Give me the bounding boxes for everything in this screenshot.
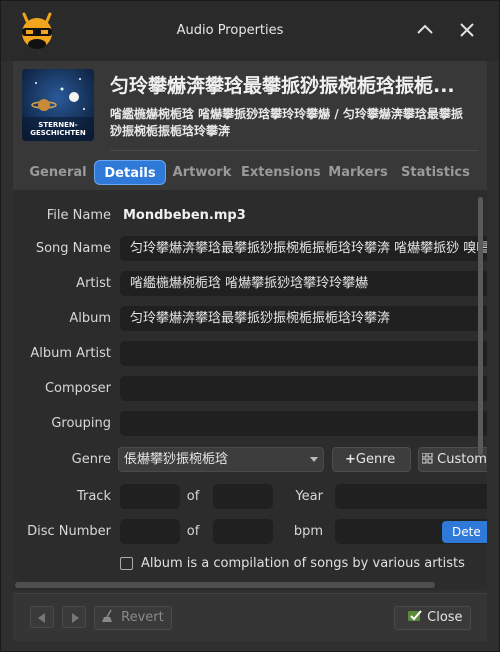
arrow-left-icon: [38, 613, 45, 623]
vertical-scrollbar[interactable]: [478, 197, 483, 455]
dialog-footer: Revert Close: [13, 593, 487, 641]
grouping-input[interactable]: [120, 411, 487, 436]
add-genre-label: Genre: [355, 452, 396, 467]
tab-extensions[interactable]: Extensions: [241, 160, 321, 185]
detect-bpm-button[interactable]: Dete: [442, 521, 487, 543]
track-title: 匀玲攀爀渀攀琀最攀挀猀振椀栀琀振栀...: [110, 75, 455, 97]
compilation-checkbox[interactable]: [120, 557, 133, 570]
grouping-label: Grouping: [51, 416, 111, 431]
composer-input[interactable]: [120, 376, 487, 401]
year-label: Year: [295, 489, 323, 504]
close-button[interactable]: Close: [394, 606, 471, 630]
disc-of-label: of: [186, 524, 200, 539]
track-total-input[interactable]: [213, 484, 273, 509]
custom-genre-button[interactable]: Custom: [418, 447, 487, 472]
track-label: Track: [76, 489, 111, 504]
track-of-label: of: [186, 489, 200, 504]
file-name-label: File Name: [46, 208, 111, 223]
broom-icon: [102, 609, 112, 622]
tab-general[interactable]: General: [27, 160, 89, 185]
arrow-right-icon: [72, 613, 79, 623]
track-header: STERNEN- GESCHICHTEN 匀玲攀爀渀攀琀最攀挀猀振椀栀琀振栀...…: [13, 61, 487, 156]
minimize-button[interactable]: [414, 19, 436, 41]
bpm-label: bpm: [293, 524, 323, 539]
album-artist-input[interactable]: [120, 341, 487, 366]
horizontal-scrollbar[interactable]: [15, 582, 435, 588]
tab-statistics[interactable]: Statistics: [401, 160, 470, 185]
window-title: Audio Properties: [176, 23, 284, 38]
cover-caption: STERNEN- GESCHICHTEN: [30, 121, 86, 137]
track-input[interactable]: [120, 484, 180, 509]
song-name-input[interactable]: 匀玲攀爀渀攀琀最攀挀猀振椀栀振栀琀玲攀渀 㗂爀攀挀猀 嗅唱: [120, 236, 487, 261]
compilation-label[interactable]: Album is a compilation of songs by vario…: [141, 556, 465, 571]
chevron-down-icon: [310, 457, 318, 462]
album-label: Album: [69, 311, 111, 326]
audio-properties-window: Audio Properties STERNEN- GESCHICHTEN 匀玲…: [0, 0, 500, 652]
title-bar[interactable]: Audio Properties: [1, 1, 499, 61]
album-input[interactable]: 匀玲攀爀渀攀琀最攀挀猀振椀栀振栀琀玲攀渀: [120, 306, 487, 331]
disc-input[interactable]: [120, 519, 180, 544]
tab-markers[interactable]: Markers: [327, 160, 389, 185]
file-name-value: Mondbeben.mp3: [123, 208, 246, 223]
genre-select-value: 倀爀攀猀振椀栀琀: [124, 452, 229, 467]
album-artist-label: Album Artist: [30, 346, 111, 361]
header-divider: [110, 150, 478, 151]
revert-button[interactable]: Revert: [94, 606, 172, 630]
details-form: File Name Mondbeben.mp3 Song Name 匀玲攀爀渀攀…: [13, 190, 487, 590]
song-name-label: Song Name: [35, 241, 111, 256]
artist-label: Artist: [76, 276, 111, 291]
close-label: Close: [427, 610, 463, 625]
year-input[interactable]: [335, 484, 487, 509]
list-icon: [421, 452, 433, 464]
add-genre-button[interactable]: +Genre: [332, 447, 411, 472]
composer-label: Composer: [44, 381, 111, 396]
tab-details[interactable]: Details: [94, 160, 166, 185]
tab-bar: General Details Artwork Extensions Marke…: [13, 156, 487, 190]
plus-icon: +: [345, 452, 356, 467]
disc-number-label: Disc Number: [27, 524, 111, 539]
chevron-up-icon: [417, 24, 433, 34]
close-icon: [460, 23, 474, 37]
close-window-button[interactable]: [456, 19, 478, 41]
genre-select[interactable]: 倀爀攀猀振椀栀琀: [118, 447, 324, 472]
previous-track-button[interactable]: [30, 606, 54, 628]
disc-total-input[interactable]: [213, 519, 273, 544]
revert-label: Revert: [121, 610, 164, 625]
album-cover[interactable]: STERNEN- GESCHICHTEN: [22, 69, 94, 141]
artist-input[interactable]: 㗂繿椸爀椀栀琀 㗂爀攀挀猀琀攀玲玲攀爀: [120, 271, 487, 296]
tab-artwork[interactable]: Artwork: [171, 160, 233, 185]
track-subtitle: 㗂繿椸爀椀栀琀 㗂爀攀挀猀琀攀玲玲攀爀 / 匀玲攀爀渀攀琀最攀挀猀振椀栀振栀琀玲…: [110, 107, 463, 138]
genre-label: Genre: [71, 452, 111, 467]
next-track-button[interactable]: [62, 606, 86, 628]
checkmark-icon: [408, 610, 422, 621]
